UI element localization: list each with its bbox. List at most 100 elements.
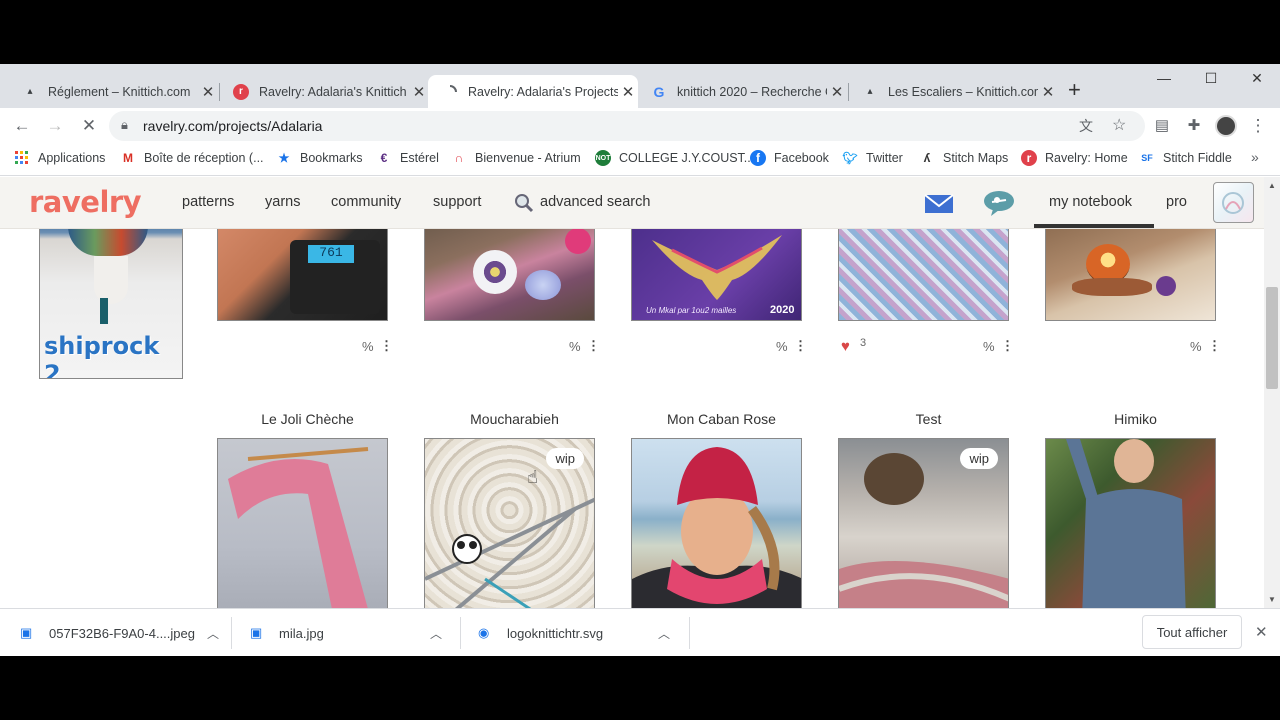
more-options-icon[interactable]: ⋮: [380, 338, 393, 354]
tab-reglement[interactable]: ▴ Réglement – Knittich.com ✕: [8, 75, 218, 108]
bookmark-facebook[interactable]: f Facebook: [750, 150, 829, 166]
menu-icon[interactable]: ⋮: [1248, 116, 1268, 136]
wip-badge: wip: [960, 448, 998, 469]
ravelry-icon: r: [233, 83, 249, 100]
nav-support[interactable]: support: [433, 194, 481, 210]
bookmark-bookmarks[interactable]: ★ Bookmarks: [276, 150, 363, 166]
percent-icon[interactable]: %: [983, 339, 995, 354]
project-title[interactable]: Le Joli Chèche: [222, 411, 393, 427]
more-options-icon[interactable]: ⋮: [1208, 338, 1221, 354]
project-photo-candle[interactable]: [1045, 229, 1216, 321]
bookmark-college[interactable]: NOT COLLEGE J.Y.COUST...: [595, 150, 754, 166]
project-title[interactable]: Test: [843, 411, 1014, 427]
profile-avatar[interactable]: [1215, 115, 1237, 137]
heart-icon[interactable]: ♥: [841, 338, 850, 355]
user-avatar[interactable]: [1213, 182, 1254, 223]
bookmark-applications[interactable]: Applications: [14, 150, 105, 166]
percent-icon[interactable]: %: [362, 339, 374, 354]
close-tab-icon[interactable]: ✕: [198, 83, 218, 101]
minimize-icon[interactable]: —: [1149, 70, 1179, 86]
bookmarks-bar: Applications M Boîte de réception (... ★…: [0, 144, 1280, 176]
gmail-icon: M: [123, 151, 133, 165]
bookmark-stitch-fiddle[interactable]: SF Stitch Fiddle: [1139, 150, 1232, 166]
knittich-icon: ▴: [867, 86, 873, 97]
bookmark-twitter[interactable]: 🐦︎ Twitter: [842, 150, 902, 166]
project-photo-moucharabieh[interactable]: wip: [424, 438, 595, 608]
project-photo-mkal-card[interactable]: Un Mkal par 1ou2 mailles 2020: [631, 229, 802, 321]
forward-icon[interactable]: →: [45, 116, 65, 136]
maximize-icon[interactable]: ☐: [1196, 70, 1226, 87]
lock-icon: 🔒︎: [121, 117, 128, 132]
mail-icon[interactable]: [924, 193, 954, 220]
project-photo-passiflora[interactable]: [424, 229, 595, 321]
close-downloads-icon[interactable]: ✕: [1255, 623, 1268, 641]
address-bar[interactable]: 🔒︎ ravelry.com/projects/Adalaria 文 ☆: [109, 111, 1145, 141]
project-title[interactable]: Mon Caban Rose: [636, 411, 807, 427]
tab-ravelry-projects[interactable]: Ravelry: Adalaria's Projects ✕: [428, 75, 638, 108]
project-photo-test[interactable]: wip: [838, 438, 1009, 608]
search-icon[interactable]: [514, 193, 534, 218]
project-photo-mon-caban-rose[interactable]: [631, 438, 802, 608]
loading-icon: [442, 84, 458, 100]
close-tab-icon[interactable]: ✕: [618, 83, 638, 101]
tab-google-search[interactable]: G knittich 2020 – Recherche G ✕: [637, 75, 847, 108]
show-all-downloads-button[interactable]: Tout afficher: [1142, 615, 1242, 649]
project-photo-himiko[interactable]: [1045, 438, 1216, 608]
google-icon: G: [653, 83, 665, 100]
bookmark-star-icon[interactable]: ☆: [1112, 115, 1126, 135]
project-title[interactable]: Moucharabieh: [429, 411, 600, 427]
percent-icon[interactable]: %: [776, 339, 788, 354]
stop-loading-icon[interactable]: ✕: [79, 116, 99, 136]
close-tab-icon[interactable]: ✕: [827, 83, 847, 101]
close-tab-icon[interactable]: ✕: [1038, 83, 1058, 101]
percent-icon[interactable]: %: [569, 339, 581, 354]
translate-icon[interactable]: 文: [1079, 116, 1093, 136]
scroll-up-icon[interactable]: ▲: [1268, 181, 1276, 190]
twitter-icon: 🐦︎: [842, 151, 858, 165]
chevron-up-icon[interactable]: ︿: [430, 625, 442, 642]
project-photo-le-joli-cheche[interactable]: [217, 438, 388, 608]
tab-ravelry-knittich[interactable]: r Ravelry: Adalaria's Knittich ✕: [219, 75, 429, 108]
project-photo-yarn-scale[interactable]: 761: [217, 229, 388, 321]
chat-bubble-icon[interactable]: [983, 190, 1015, 221]
downloads-bar: ▣ 057F32B6-F9A0-4....jpeg ︿ ▣ mila.jpg ︿…: [0, 608, 1280, 656]
more-bookmarks-icon[interactable]: »: [1251, 149, 1259, 165]
nav-yarns[interactable]: yarns: [265, 194, 300, 210]
bookmark-gmail[interactable]: M Boîte de réception (...: [120, 150, 264, 166]
close-window-icon[interactable]: ✕: [1242, 70, 1272, 87]
bookmark-ravelry-home[interactable]: r Ravelry: Home: [1021, 150, 1128, 166]
nav-my-notebook[interactable]: my notebook: [1049, 194, 1132, 210]
more-options-icon[interactable]: ⋮: [794, 338, 807, 354]
more-options-icon[interactable]: ⋮: [587, 338, 600, 354]
download-item[interactable]: ◉ logoknittichtr.svg ︿: [478, 609, 670, 656]
extensions-icon[interactable]: ✚: [1184, 116, 1204, 134]
bookmark-esterel[interactable]: € Estérel: [376, 150, 439, 166]
nav-community[interactable]: community: [331, 194, 401, 210]
project-photo-mesh-knit[interactable]: [838, 229, 1009, 321]
chevron-up-icon[interactable]: ︿: [658, 625, 670, 642]
close-tab-icon[interactable]: ✕: [409, 83, 429, 101]
project-photo-shiprock[interactable]: shiprock 2: [39, 229, 183, 379]
nav-pro[interactable]: pro: [1166, 194, 1187, 210]
nav-patterns[interactable]: patterns: [182, 194, 234, 210]
reader-icon[interactable]: ▤: [1152, 116, 1172, 134]
bookmark-stitch-maps[interactable]: ʎ Stitch Maps: [919, 150, 1009, 166]
ravelry-logo[interactable]: ravelry: [29, 185, 142, 219]
scrollbar-thumb[interactable]: [1266, 287, 1278, 389]
bookmark-atrium[interactable]: ∩ Bienvenue - Atrium: [451, 150, 581, 166]
url-text: ravelry.com/projects/Adalaria: [143, 118, 323, 134]
new-tab-button[interactable]: +: [1068, 77, 1081, 103]
percent-icon[interactable]: %: [1190, 339, 1202, 354]
ravelry-header: ravelry patterns yarns community support…: [0, 177, 1264, 229]
tab-escaliers[interactable]: ▴ Les Escaliers – Knittich.com ✕: [848, 75, 1058, 108]
download-item[interactable]: ▣ mila.jpg ︿: [250, 609, 442, 656]
scale-display: 761: [308, 245, 354, 263]
download-item[interactable]: ▣ 057F32B6-F9A0-4....jpeg ︿: [20, 609, 219, 656]
more-options-icon[interactable]: ⋮: [1001, 338, 1014, 354]
chevron-up-icon[interactable]: ︿: [207, 625, 219, 642]
vertical-scrollbar[interactable]: ▲ ▼: [1264, 177, 1280, 608]
nav-advanced-search[interactable]: advanced search: [540, 194, 650, 210]
back-icon[interactable]: ←: [12, 116, 32, 136]
scroll-down-icon[interactable]: ▼: [1268, 595, 1276, 604]
project-title[interactable]: Himiko: [1050, 411, 1221, 427]
